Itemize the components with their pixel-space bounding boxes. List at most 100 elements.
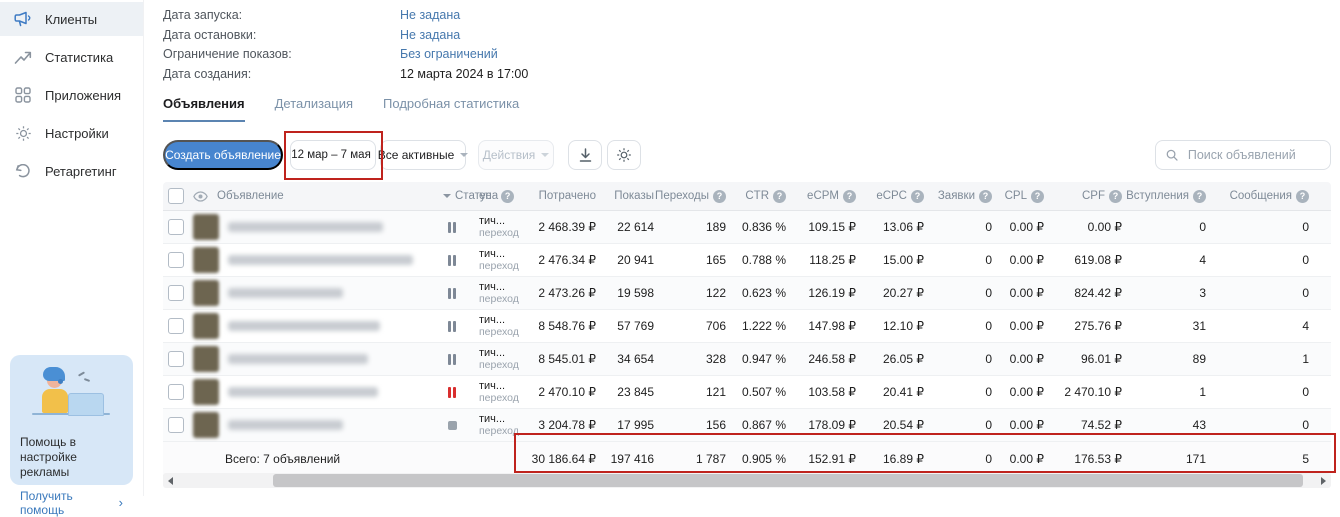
cell-value: 0 — [934, 286, 1002, 300]
scroll-right-arrow-icon[interactable] — [1321, 477, 1326, 485]
cell-value: 121 — [664, 385, 736, 399]
export-download-button[interactable] — [568, 140, 602, 170]
table-row[interactable]: тич...переход2 476.34 ₽20 9411650.788 %1… — [163, 244, 1331, 277]
help-icon[interactable]: ? — [1296, 190, 1309, 203]
horizontal-scrollbar[interactable] — [163, 473, 1331, 488]
create-ad-button[interactable]: Создать объявление — [163, 140, 283, 170]
help-icon[interactable]: ? — [1193, 190, 1206, 203]
header-cell-status[interactable]: Статус — [433, 190, 471, 202]
row-checkbox[interactable] — [168, 351, 184, 367]
detail-value[interactable]: Без ограничений — [400, 45, 498, 65]
cell-value: 0.623 % — [736, 286, 796, 300]
header-cell-cpl[interactable]: CPL? — [1002, 190, 1054, 203]
header-label: Вступления — [1126, 190, 1189, 202]
help-icon[interactable]: ? — [979, 190, 992, 203]
header-cell-ecpm[interactable]: eCPM? — [796, 190, 866, 203]
cell-value: 0.00 ₽ — [1002, 418, 1054, 432]
header-cell-заявки[interactable]: Заявки? — [934, 190, 1002, 203]
tab-2[interactable]: Подробная статистика — [383, 96, 519, 122]
tab-0[interactable]: Объявления — [163, 96, 245, 122]
select-all-checkbox[interactable] — [168, 188, 184, 204]
total-value: 16.89 ₽ — [866, 452, 934, 466]
row-checkbox[interactable] — [168, 252, 184, 268]
tab-1[interactable]: Детализация — [275, 96, 353, 122]
ad-thumbnail — [193, 247, 219, 273]
cell-value: 0.867 % — [736, 418, 796, 432]
visibility-eye-icon[interactable] — [193, 191, 208, 202]
row-checkbox[interactable] — [168, 285, 184, 301]
sidebar-item-retargeting[interactable]: Ретаргетинг — [0, 154, 143, 188]
scrollbar-thumb[interactable] — [273, 474, 1303, 487]
cell-value: 3 204.78 ₽ — [531, 418, 606, 432]
total-value: 1 787 — [664, 452, 736, 466]
status-cell — [433, 421, 471, 430]
cell-value: 22 614 — [606, 220, 664, 234]
table-row[interactable]: тич...переход3 204.78 ₽17 9951560.867 %1… — [163, 409, 1331, 442]
total-value: 197 416 — [606, 452, 664, 466]
status-filter-dropdown[interactable]: Все активные — [380, 140, 466, 170]
search-input[interactable] — [1186, 147, 1320, 163]
sidebar-item-applications[interactable]: Приложения — [0, 78, 143, 112]
header-cell-сообщения[interactable]: Сообщения? — [1216, 190, 1331, 203]
sidebar-item-label: Клиенты — [45, 12, 97, 27]
row-checkbox[interactable] — [168, 318, 184, 334]
table-row[interactable]: тич...переход2 470.10 ₽23 8451210.507 %1… — [163, 376, 1331, 409]
cell-value: 89 — [1132, 352, 1216, 366]
cell-value: 0.00 ₽ — [1002, 352, 1054, 366]
price-type-truncated: тич... — [479, 413, 531, 425]
row-checkbox[interactable] — [168, 219, 184, 235]
detail-label: Ограничение показов: — [163, 45, 400, 65]
price-cell: тич...переход — [471, 281, 531, 305]
table-settings-button[interactable] — [607, 140, 641, 170]
help-icon[interactable]: ? — [911, 190, 924, 203]
scroll-left-arrow-icon[interactable] — [168, 477, 173, 485]
cell-value: 96.01 ₽ — [1054, 352, 1132, 366]
date-range-picker[interactable]: 12 мар – 7 мая — [290, 140, 376, 170]
header-cell-price[interactable]: ена? — [471, 190, 531, 203]
ad-cell — [163, 313, 433, 339]
price-model: переход — [479, 293, 531, 305]
row-checkbox[interactable] — [168, 384, 184, 400]
sidebar-item-settings[interactable]: Настройки — [0, 116, 143, 150]
header-cell-ad[interactable]: Объявление — [163, 188, 433, 204]
help-icon[interactable]: ? — [713, 190, 726, 203]
header-cell-вступления[interactable]: Вступления? — [1132, 190, 1216, 203]
cell-value: 26.05 ₽ — [866, 352, 934, 366]
sidebar-item-clients[interactable]: Клиенты — [0, 2, 143, 36]
help-icon[interactable]: ? — [773, 190, 786, 203]
table-row[interactable]: тич...переход2 468.39 ₽22 6141890.836 %1… — [163, 211, 1331, 244]
row-checkbox[interactable] — [168, 417, 184, 433]
sidebar-item-label: Настройки — [45, 126, 109, 141]
help-card-text: Помощь в настройке рекламы — [20, 435, 123, 480]
header-cell-ecpc[interactable]: eCPC? — [866, 190, 934, 203]
header-label: Заявки — [938, 190, 975, 202]
total-label: Всего: 7 объявлений — [163, 452, 531, 466]
actions-dropdown-disabled[interactable]: Действия — [478, 140, 554, 170]
header-cell-переходы[interactable]: Переходы? — [664, 190, 736, 203]
table-row[interactable]: тич...переход8 545.01 ₽34 6543280.947 %2… — [163, 343, 1331, 376]
price-model: переход — [479, 326, 531, 338]
help-icon[interactable]: ? — [1109, 190, 1122, 203]
detail-value[interactable]: Не задана — [400, 6, 460, 26]
help-icon[interactable]: ? — [1031, 190, 1044, 203]
cell-value: 0 — [934, 319, 1002, 333]
header-cell-потрачено[interactable]: Потрачено — [531, 190, 606, 202]
ad-name-redacted — [228, 387, 378, 397]
cell-value: 34 654 — [606, 352, 664, 366]
table-row[interactable]: тич...переход8 548.76 ₽57 7697061.222 %1… — [163, 310, 1331, 343]
table-row[interactable]: тич...переход2 473.26 ₽19 5981220.623 %1… — [163, 277, 1331, 310]
help-icon[interactable]: ? — [501, 190, 514, 203]
cell-value: 824.42 ₽ — [1054, 286, 1132, 300]
header-cell-cpf[interactable]: CPF? — [1054, 190, 1132, 203]
detail-value[interactable]: Не задана — [400, 26, 460, 46]
cell-value: 2 470.10 ₽ — [531, 385, 606, 399]
help-icon[interactable]: ? — [843, 190, 856, 203]
status-pause-icon — [448, 222, 456, 233]
total-value: 176.53 ₽ — [1054, 452, 1132, 466]
price-model: переход — [479, 425, 531, 437]
cell-value: 0 — [1132, 220, 1216, 234]
header-cell-ctr[interactable]: CTR? — [736, 190, 796, 203]
sidebar-item-statistics[interactable]: Статистика — [0, 40, 143, 74]
ad-name-redacted — [228, 420, 343, 430]
get-help-link[interactable]: Получить помощь › — [20, 489, 123, 517]
